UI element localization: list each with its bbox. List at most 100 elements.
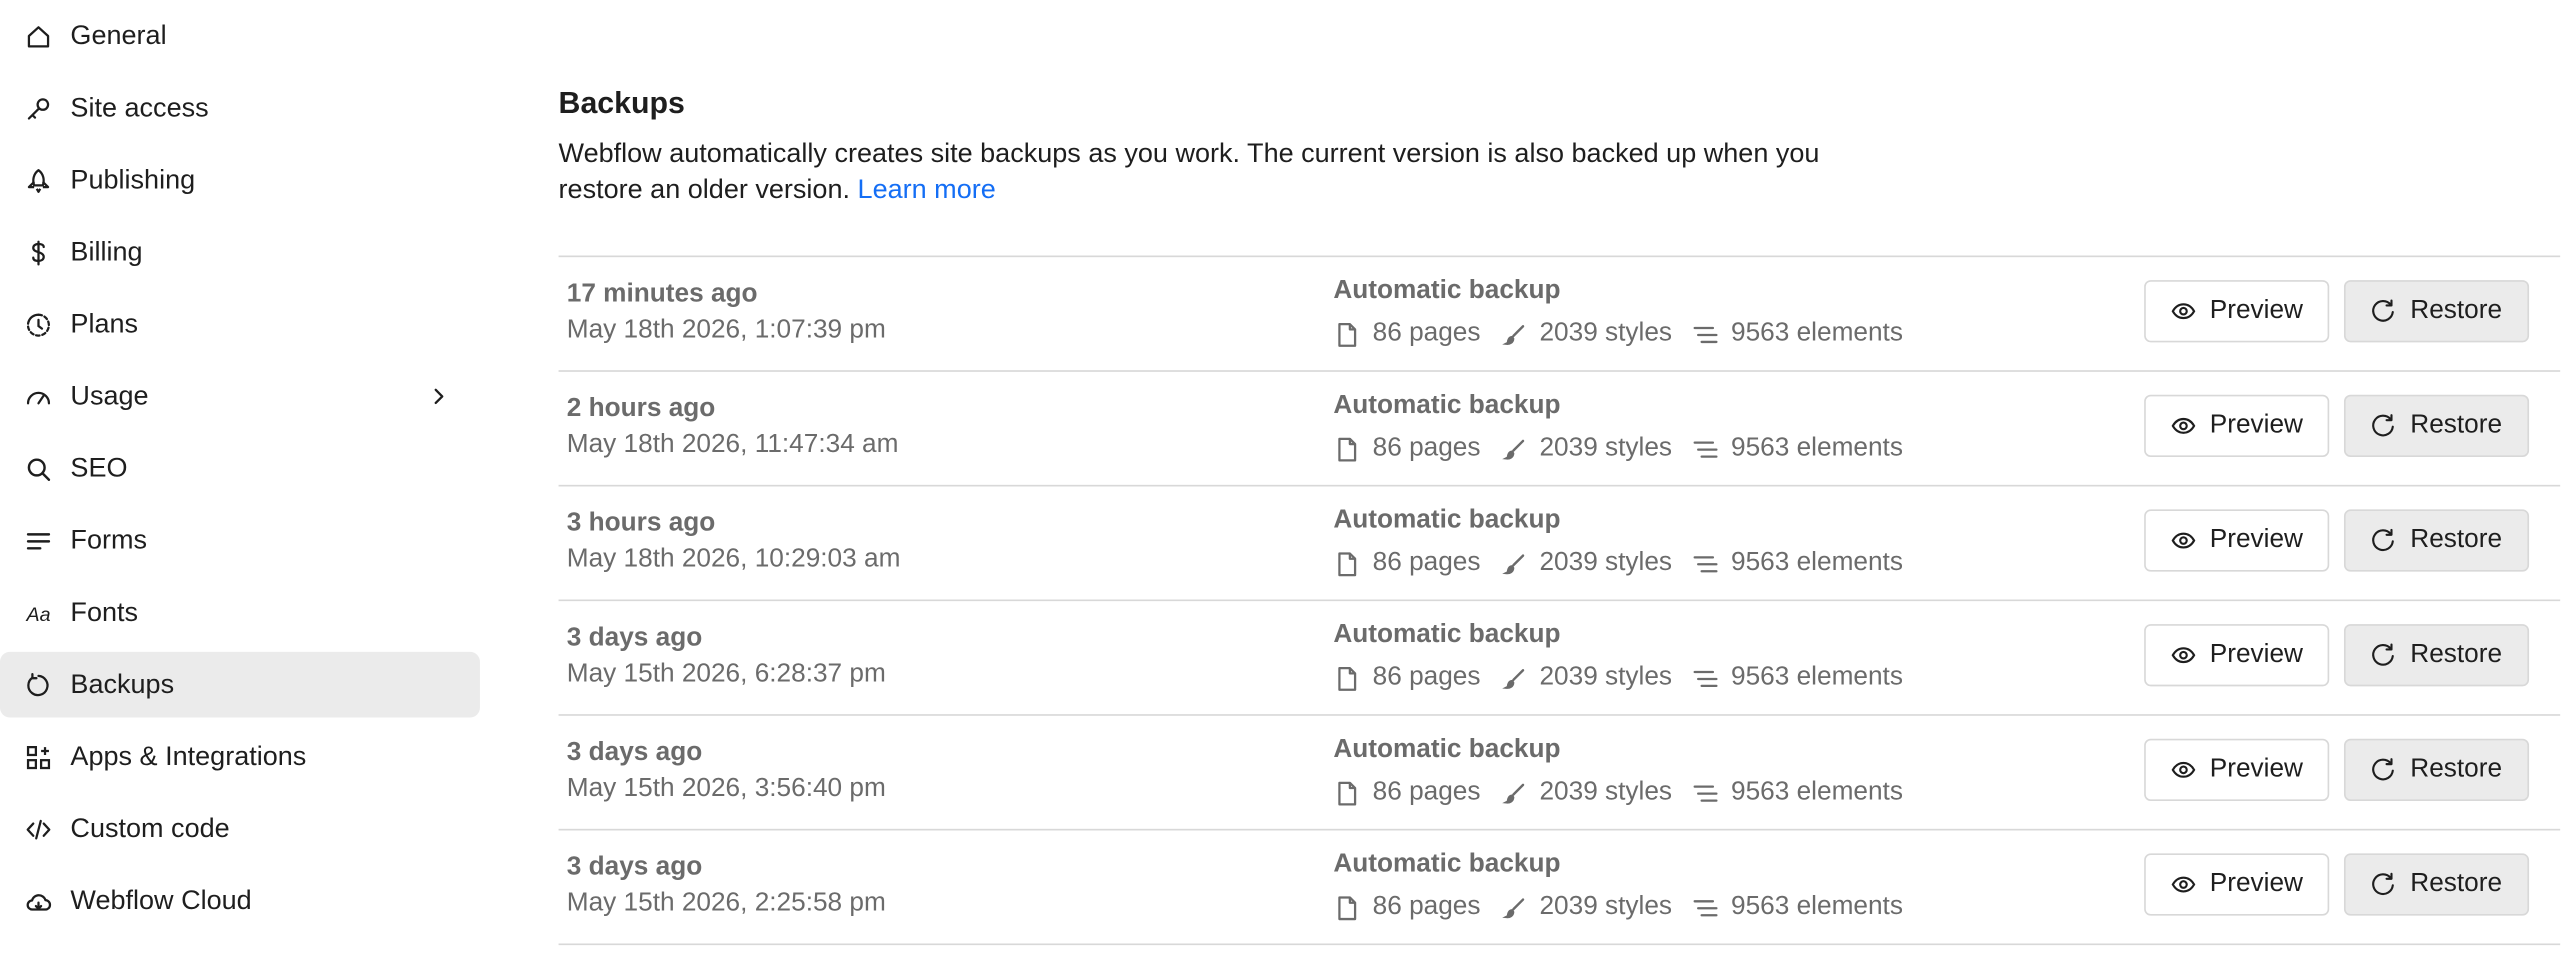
restore-icon	[25, 672, 53, 700]
elements-lines-icon	[1693, 555, 1718, 572]
preview-label: Preview	[2209, 640, 2303, 669]
pages-count: 86 pages	[1372, 663, 1481, 692]
pages-stat: 86 pages	[1333, 778, 1480, 807]
sidebar-item-general[interactable]: General	[0, 3, 480, 69]
restore-label: Restore	[2410, 525, 2503, 554]
backup-row: 3 days ago May 15th 2026, 3:56:40 pm Aut…	[558, 716, 2561, 831]
elements-stat: 9563 elements	[1692, 434, 1903, 463]
backup-relative-time: 3 hours ago	[566, 509, 716, 538]
page-icon	[1338, 780, 1357, 805]
restore-button[interactable]: Restore	[2343, 853, 2530, 916]
sidebar-item-label: Webflow Cloud	[70, 885, 252, 915]
sidebar-item-label: Apps & Integrations	[70, 741, 307, 771]
sidebar-item-label: Forms	[70, 524, 148, 555]
pages-count: 86 pages	[1372, 548, 1481, 577]
pages-count: 86 pages	[1372, 892, 1481, 921]
preview-button[interactable]: Preview	[2144, 394, 2330, 458]
sidebar-item-plans[interactable]: Plans	[0, 292, 480, 358]
preview-label: Preview	[2209, 755, 2303, 783]
sidebar-item-label: Plans	[70, 308, 139, 339]
chevron-right-icon[interactable]	[428, 385, 451, 408]
backup-stats: 86 pages 2039 styles 9563 elements	[1333, 893, 1922, 922]
sidebar-item-backups[interactable]: Backups	[0, 651, 480, 718]
elements-lines-icon	[1693, 440, 1718, 457]
backup-row: 17 minutes ago May 18th 2026, 1:07:39 pm…	[558, 257, 2561, 372]
preview-button[interactable]: Preview	[2144, 509, 2330, 572]
restore-label: Restore	[2410, 296, 2503, 325]
restore-arrow-icon	[2372, 758, 2395, 781]
sidebar-item-custom-code[interactable]: Custom code	[0, 796, 480, 862]
sidebar-item-forms[interactable]: Forms	[0, 508, 480, 574]
restore-label: Restore	[2410, 869, 2503, 898]
pages-stat: 86 pages	[1333, 663, 1480, 692]
elements-lines-icon	[1693, 326, 1718, 343]
styles-stat: 2039 styles	[1500, 663, 1672, 692]
preview-label: Preview	[2209, 411, 2303, 439]
sidebar-item-label: Backups	[70, 669, 175, 699]
sidebar-item-usage[interactable]: Usage	[0, 364, 480, 430]
elements-lines-icon	[1693, 899, 1718, 916]
dollar-icon	[25, 239, 53, 267]
preview-button[interactable]: Preview	[2144, 280, 2330, 343]
sidebar-item-fonts[interactable]: Aa Fonts	[0, 580, 480, 646]
sidebar-item-label: Publishing	[70, 164, 196, 195]
elements-count: 9563 elements	[1731, 548, 1903, 577]
description-text: Webflow automatically creates site backu…	[558, 139, 1820, 205]
elements-count: 9563 elements	[1731, 663, 1903, 692]
elements-stat: 9563 elements	[1692, 319, 1903, 348]
elements-stat: 9563 elements	[1692, 549, 1903, 578]
backup-stats: 86 pages 2039 styles 9563 elements	[1333, 319, 1922, 348]
sidebar-item-webflow-cloud[interactable]: Webflow Cloud	[0, 868, 480, 934]
backup-relative-time: 3 days ago	[566, 624, 703, 652]
eye-icon	[2171, 532, 2196, 549]
restore-button[interactable]: Restore	[2343, 624, 2530, 687]
preview-label: Preview	[2209, 296, 2303, 325]
pages-stat: 86 pages	[1333, 549, 1480, 578]
settings-sidebar: General Site access Publishing Billing P	[0, 0, 480, 934]
font-aa-icon: Aa	[25, 600, 53, 628]
page-icon	[1338, 322, 1357, 347]
restore-label: Restore	[2410, 411, 2503, 439]
learn-more-link[interactable]: Learn more	[858, 175, 996, 204]
styles-count: 2039 styles	[1539, 434, 1673, 462]
preview-button[interactable]: Preview	[2144, 738, 2330, 801]
page-icon	[1338, 895, 1357, 920]
sidebar-item-publishing[interactable]: Publishing	[0, 147, 480, 213]
backup-row: 3 days ago May 15th 2026, 2:25:58 pm Aut…	[558, 830, 2561, 946]
backups-list: 17 minutes ago May 18th 2026, 1:07:39 pm…	[558, 255, 2561, 946]
sidebar-item-label: General	[70, 20, 167, 50]
eye-icon	[2171, 876, 2196, 893]
eye-icon	[2171, 417, 2196, 434]
sidebar-item-label: Billing	[70, 236, 143, 267]
backup-row: 2 hours ago May 18th 2026, 11:47:34 am A…	[558, 372, 2561, 487]
sidebar-item-seo[interactable]: SEO	[0, 436, 480, 502]
backup-row: 3 days ago May 15th 2026, 6:28:37 pm Aut…	[558, 601, 2561, 716]
key-icon	[25, 95, 53, 123]
restore-button[interactable]: Restore	[2343, 509, 2530, 572]
backup-stats: 86 pages 2039 styles 9563 elements	[1333, 778, 1922, 807]
page-icon	[1338, 436, 1357, 461]
backup-type: Automatic backup	[1333, 735, 1561, 764]
brush-icon	[1501, 668, 1524, 689]
sidebar-item-site-access[interactable]: Site access	[0, 75, 480, 141]
restore-button[interactable]: Restore	[2343, 738, 2530, 801]
backup-row: 3 hours ago May 18th 2026, 10:29:03 am A…	[558, 486, 2561, 602]
backup-stats: 86 pages 2039 styles 9563 elements	[1333, 434, 1922, 463]
sidebar-item-apps-integrations[interactable]: Apps & Integrations	[0, 724, 480, 790]
backup-date: May 15th 2026, 6:28:37 pm	[566, 660, 886, 688]
restore-arrow-icon	[2372, 414, 2395, 437]
sidebar-item-billing[interactable]: Billing	[0, 219, 480, 285]
styles-count: 2039 styles	[1539, 892, 1673, 921]
preview-button[interactable]: Preview	[2144, 624, 2330, 687]
home-icon	[25, 23, 53, 51]
restore-button[interactable]: Restore	[2343, 394, 2530, 458]
styles-stat: 2039 styles	[1500, 778, 1672, 807]
pages-count: 86 pages	[1372, 319, 1481, 348]
restore-button[interactable]: Restore	[2343, 280, 2530, 343]
backup-date: May 18th 2026, 10:29:03 am	[566, 545, 901, 574]
sidebar-item-label: Site access	[70, 92, 209, 123]
preview-button[interactable]: Preview	[2144, 853, 2330, 916]
page-title: Backups	[558, 85, 685, 120]
page-description: Webflow automatically creates site backu…	[559, 136, 1902, 208]
pages-count: 86 pages	[1372, 778, 1481, 806]
